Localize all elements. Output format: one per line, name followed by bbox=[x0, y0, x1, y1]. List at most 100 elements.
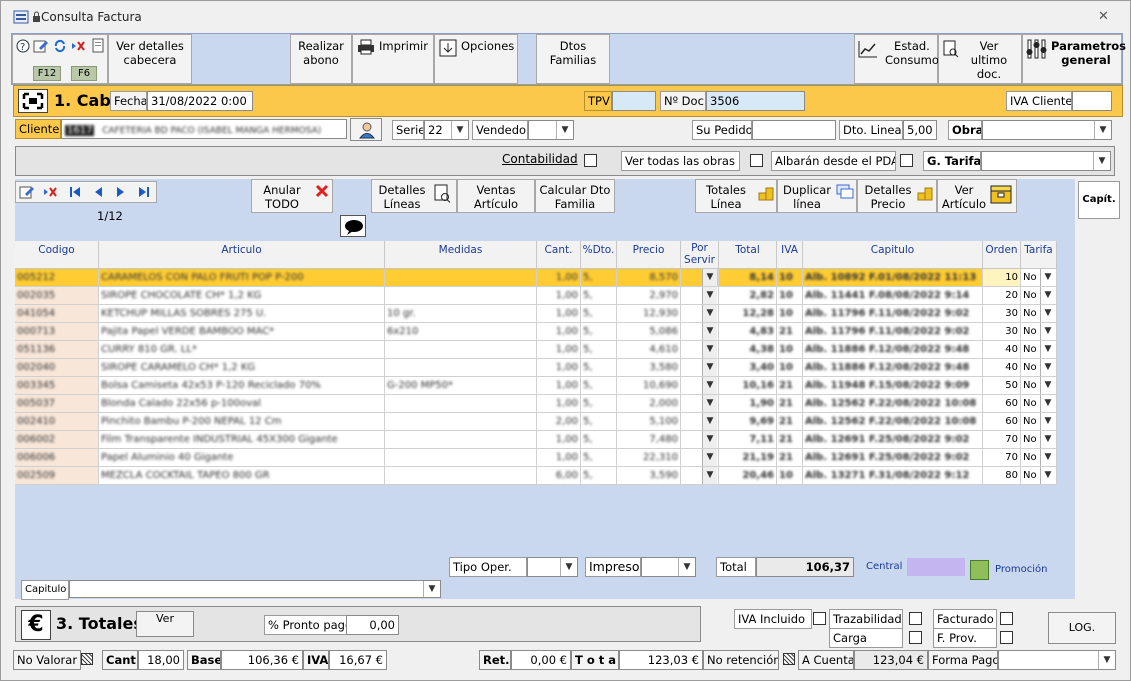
por-servir-cell[interactable]: ▼ bbox=[681, 449, 719, 467]
tarifa-cell[interactable]: No ▼ bbox=[1021, 467, 1057, 485]
por-servir-cell[interactable]: ▼ bbox=[681, 341, 719, 359]
orden-cell[interactable]: 30 bbox=[983, 305, 1021, 323]
tarifa-cell[interactable]: No ▼ bbox=[1021, 323, 1057, 341]
su-pedido-input[interactable] bbox=[752, 120, 836, 140]
last-record-icon[interactable] bbox=[137, 185, 151, 199]
tarifa-cell[interactable]: No ▼ bbox=[1021, 341, 1057, 359]
col-header-orden[interactable]: Orden bbox=[983, 241, 1021, 269]
chevron-down-icon[interactable]: ▼ bbox=[702, 395, 717, 412]
obra-select[interactable]: ▼ bbox=[982, 120, 1112, 140]
tarifa-cell[interactable]: No ▼ bbox=[1021, 377, 1057, 395]
orden-cell[interactable]: 10 bbox=[983, 269, 1021, 287]
orden-cell[interactable]: 60 bbox=[983, 413, 1021, 431]
tarifa-cell[interactable]: No ▼ bbox=[1021, 449, 1057, 467]
contabilidad-link[interactable]: Contabilidad bbox=[502, 152, 578, 166]
por-servir-cell[interactable]: ▼ bbox=[681, 413, 719, 431]
next-record-icon[interactable] bbox=[114, 185, 128, 199]
chevron-down-icon[interactable]: ▼ bbox=[1040, 395, 1055, 412]
help-icon[interactable]: ? bbox=[16, 39, 30, 53]
tpv-input[interactable] bbox=[612, 91, 656, 111]
refresh-icon[interactable] bbox=[53, 39, 67, 53]
por-servir-cell[interactable]: ▼ bbox=[681, 305, 719, 323]
orden-cell[interactable]: 40 bbox=[983, 359, 1021, 377]
chevron-down-icon[interactable]: ▼ bbox=[423, 581, 440, 597]
col-header-cant[interactable]: Cant. bbox=[537, 241, 581, 269]
serie-select[interactable]: 22 ▼ bbox=[424, 120, 469, 140]
por-servir-cell[interactable]: ▼ bbox=[681, 323, 719, 341]
table-row[interactable]: 002040 SIROPE CARAMELO CH* 1,2 KG 1,00 5, 3,… bbox=[15, 359, 1057, 377]
table-row[interactable]: 005037 Blonda Calado 22x56 p-100oval 1,00 5… bbox=[15, 395, 1057, 413]
chevron-down-icon[interactable]: ▼ bbox=[1040, 359, 1055, 376]
por-servir-cell[interactable]: ▼ bbox=[681, 467, 719, 485]
vendedor-select[interactable]: ▼ bbox=[528, 120, 574, 140]
ver-todas-obras-checkbox[interactable] bbox=[750, 154, 763, 167]
table-row[interactable]: 002509 MEZCLA COCKTAIL TAPEO 800 GR 6,00 5,… bbox=[15, 467, 1057, 485]
orden-cell[interactable]: 30 bbox=[983, 323, 1021, 341]
col-header-iva[interactable]: IVA bbox=[777, 241, 803, 269]
tipo-oper-select[interactable]: ▼ bbox=[527, 557, 578, 577]
ver-articulo-button[interactable]: Ver Artículo bbox=[937, 179, 1017, 213]
expand-icon[interactable] bbox=[18, 89, 48, 113]
duplicar-linea-button[interactable]: Duplicar línea bbox=[777, 179, 857, 213]
trazabilidad-checkbox[interactable] bbox=[909, 612, 922, 625]
chevron-down-icon[interactable]: ▼ bbox=[702, 341, 717, 358]
chevron-down-icon[interactable]: ▼ bbox=[702, 305, 717, 322]
table-row[interactable]: 041054 KETCHUP MILLAS SOBRES 275 U. 10 gr.… bbox=[15, 305, 1057, 323]
impreso-select[interactable]: ▼ bbox=[641, 557, 696, 577]
table-row[interactable]: 051136 CURRY 810 GR. LL* 1,00 5, 4,610 ▼ 4,38 1… bbox=[15, 341, 1057, 359]
capitulo-select[interactable]: ▼ bbox=[69, 580, 441, 598]
chevron-down-icon[interactable]: ▼ bbox=[702, 431, 717, 448]
chevron-down-icon[interactable]: ▼ bbox=[1040, 269, 1055, 286]
iva-incluido-checkbox[interactable] bbox=[813, 612, 826, 625]
anular-todo-button[interactable]: Anular TODO bbox=[251, 179, 333, 213]
chevron-down-icon[interactable]: ▼ bbox=[1040, 341, 1055, 358]
col-header-dto[interactable]: %Dto. bbox=[581, 241, 617, 269]
chevron-down-icon[interactable]: ▼ bbox=[702, 413, 717, 430]
col-header-capitulo[interactable]: Capitulo bbox=[803, 241, 983, 269]
edit-icon[interactable] bbox=[33, 39, 49, 53]
close-icon[interactable]: ✕ bbox=[1098, 9, 1109, 24]
chevron-down-icon[interactable]: ▼ bbox=[1040, 323, 1055, 340]
dtos-familias-button[interactable]: Dtos Familias bbox=[536, 34, 610, 84]
chevron-down-icon[interactable]: ▼ bbox=[702, 269, 717, 286]
tarifa-cell[interactable]: No ▼ bbox=[1021, 287, 1057, 305]
table-row[interactable]: 002410 Pinchito Bambu P-200 NEPAL 12 Cm 2,… bbox=[15, 413, 1057, 431]
ver-detalles-cabecera-button[interactable]: Ver detalles cabecera bbox=[108, 34, 192, 84]
por-servir-cell[interactable]: ▼ bbox=[681, 359, 719, 377]
chevron-down-icon[interactable]: ▼ bbox=[1093, 152, 1110, 170]
f-prov-checkbox[interactable] bbox=[1000, 631, 1013, 644]
log-button[interactable]: LOG. bbox=[1048, 612, 1116, 644]
ver-ultimo-doc-button[interactable]: Ver ultimo doc. bbox=[938, 34, 1022, 84]
chevron-down-icon[interactable]: ▼ bbox=[1094, 121, 1111, 139]
contabilidad-checkbox[interactable] bbox=[584, 154, 597, 167]
table-row[interactable]: 005212 CARAMELOS CON PALO FRUTI POP P-200… bbox=[15, 269, 1057, 287]
chevron-down-icon[interactable]: ▼ bbox=[560, 558, 577, 576]
f6-shortcut[interactable]: F6 bbox=[71, 66, 97, 81]
ndoc-input[interactable]: 3506 bbox=[706, 91, 805, 111]
chevron-down-icon[interactable]: ▼ bbox=[702, 467, 717, 484]
capitulo-side-button[interactable]: Capít. bbox=[1078, 181, 1120, 219]
forma-pago-select[interactable]: ▼ bbox=[998, 650, 1116, 670]
chevron-down-icon[interactable]: ▼ bbox=[702, 287, 717, 304]
chevron-down-icon[interactable]: ▼ bbox=[1098, 651, 1115, 669]
albaran-pda-checkbox[interactable] bbox=[900, 154, 913, 167]
document-icon[interactable] bbox=[91, 38, 105, 54]
estad-consumo-button[interactable]: Estad. Consumo bbox=[854, 34, 939, 84]
tarifa-cell[interactable]: No ▼ bbox=[1021, 413, 1057, 431]
no-valorar-checkbox[interactable] bbox=[81, 653, 93, 665]
carga-checkbox[interactable] bbox=[909, 631, 922, 644]
dto-lineal-input[interactable]: 5,00 bbox=[903, 120, 937, 140]
orden-cell[interactable]: 80 bbox=[983, 467, 1021, 485]
por-servir-cell[interactable]: ▼ bbox=[681, 395, 719, 413]
g-tarifas-select[interactable]: ▼ bbox=[981, 151, 1111, 171]
chevron-down-icon[interactable]: ▼ bbox=[702, 377, 717, 394]
por-servir-cell[interactable]: ▼ bbox=[681, 287, 719, 305]
totales-linea-button[interactable]: Totales Línea bbox=[695, 179, 777, 213]
chevron-down-icon[interactable]: ▼ bbox=[1040, 467, 1055, 484]
col-header-medidas[interactable]: Medidas bbox=[385, 241, 537, 269]
detalles-lineas-button[interactable]: Detalles Líneas bbox=[371, 179, 457, 213]
col-header-total[interactable]: Total bbox=[719, 241, 777, 269]
orden-cell[interactable]: 20 bbox=[983, 287, 1021, 305]
col-header-codigo[interactable]: Codigo bbox=[15, 241, 99, 269]
chevron-down-icon[interactable]: ▼ bbox=[1040, 449, 1055, 466]
